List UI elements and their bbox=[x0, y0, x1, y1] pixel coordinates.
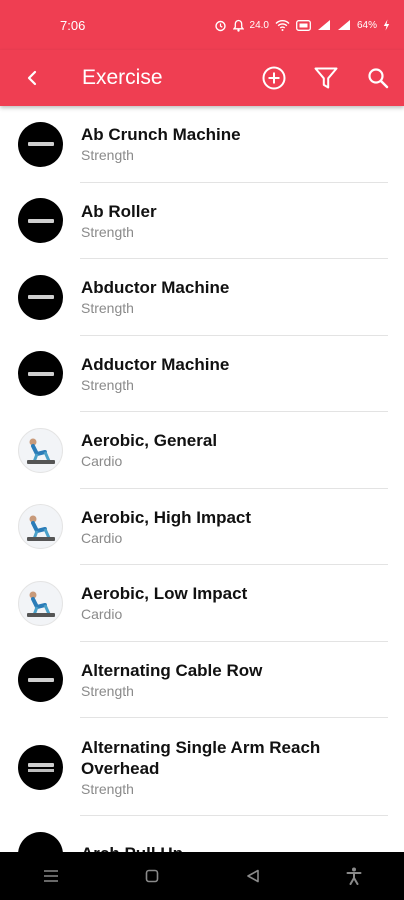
back-arrow-icon bbox=[27, 70, 37, 86]
list-item[interactable]: Adductor Machine Strength bbox=[0, 336, 404, 413]
list-item[interactable]: Aerobic, High Impact Cardio bbox=[0, 489, 404, 566]
search-icon bbox=[368, 68, 389, 89]
wifi-icon bbox=[275, 20, 290, 31]
exercise-category: Cardio bbox=[81, 606, 123, 623]
battery-percent: 64% bbox=[356, 19, 377, 31]
exercise-thumbnail bbox=[18, 580, 63, 626]
recents-button[interactable] bbox=[21, 852, 81, 900]
exercise-thumbnail bbox=[18, 504, 63, 550]
back-nav-button[interactable] bbox=[223, 852, 283, 900]
back-button[interactable] bbox=[0, 50, 64, 106]
exercise-category: Strength bbox=[81, 300, 134, 317]
exercise-category: Strength bbox=[81, 780, 134, 797]
exercise-thumbnail bbox=[18, 744, 63, 790]
app-bar: Exercise bbox=[0, 50, 404, 106]
home-square-icon bbox=[145, 869, 158, 883]
accessibility-button[interactable] bbox=[324, 852, 384, 900]
exercise-thumbnail bbox=[18, 121, 63, 167]
exercise-name: Aerobic, Low Impact bbox=[81, 584, 248, 604]
list-item[interactable]: Aerobic, Low Impact Cardio bbox=[0, 565, 404, 642]
exercise-name: Aerobic, General bbox=[81, 431, 218, 451]
exercise-category: Cardio bbox=[81, 453, 123, 470]
status-icons: 24.0 64% bbox=[214, 19, 390, 32]
volte-icon bbox=[296, 19, 311, 31]
search-button[interactable] bbox=[352, 50, 404, 106]
exercise-name: Alternating Cable Row bbox=[81, 660, 263, 680]
exercise-thumbnail bbox=[18, 274, 63, 320]
list-item[interactable]: Aerobic, General Cardio bbox=[0, 412, 404, 489]
aerobic-figure-icon bbox=[26, 591, 55, 618]
home-button[interactable] bbox=[122, 852, 182, 900]
exercise-name: Alternating Single Arm Reach Overhead bbox=[81, 737, 321, 778]
add-exercise-button[interactable] bbox=[248, 50, 300, 106]
alarm-icon bbox=[214, 20, 226, 31]
exercise-name: Arch Pull Up bbox=[81, 843, 183, 852]
exercise-thumbnail bbox=[18, 427, 63, 473]
exercise-name: Ab Crunch Machine bbox=[81, 125, 241, 145]
exercise-thumbnail bbox=[18, 351, 63, 397]
system-nav-bar bbox=[0, 852, 404, 900]
exercise-name: Abductor Machine bbox=[81, 278, 230, 298]
exercise-category: Cardio bbox=[81, 529, 123, 546]
filter-icon bbox=[314, 67, 338, 89]
list-item[interactable]: Arch Pull Up bbox=[0, 816, 404, 852]
add-icon bbox=[262, 66, 286, 90]
list-item[interactable]: Alternating Cable Row Strength bbox=[0, 642, 404, 719]
accessibility-icon bbox=[346, 867, 361, 885]
aerobic-figure-icon bbox=[26, 438, 55, 465]
list-item[interactable]: Ab Roller Strength bbox=[0, 183, 404, 260]
exercise-thumbnail bbox=[18, 198, 63, 244]
exercise-name: Aerobic, High Impact bbox=[81, 507, 252, 527]
exercise-category: Strength bbox=[81, 223, 134, 240]
exercise-thumbnail bbox=[18, 831, 63, 852]
battery-charging-icon bbox=[383, 19, 390, 31]
signal-icon-2 bbox=[337, 20, 350, 30]
filter-button[interactable] bbox=[300, 50, 352, 106]
list-item[interactable]: Abductor Machine Strength bbox=[0, 259, 404, 336]
notification-icon bbox=[232, 19, 244, 32]
menu-lines-icon bbox=[43, 870, 58, 882]
exercise-name: Ab Roller bbox=[81, 201, 157, 221]
status-time: 7:06 bbox=[60, 17, 86, 33]
exercise-category: Strength bbox=[81, 147, 134, 164]
status-bar: 7:06 24.0 64% bbox=[0, 0, 404, 50]
aerobic-figure-icon bbox=[26, 515, 55, 541]
exercise-category: Strength bbox=[81, 376, 134, 393]
page-title: Exercise bbox=[82, 66, 163, 89]
exercise-category: Strength bbox=[81, 682, 134, 699]
back-triangle-icon bbox=[246, 869, 259, 883]
data-speed: 24.0 bbox=[249, 19, 269, 31]
exercise-name: Adductor Machine bbox=[81, 354, 230, 374]
list-item[interactable]: Alternating Single Arm Reach Overhead St… bbox=[0, 718, 404, 816]
exercise-thumbnail bbox=[18, 657, 63, 703]
signal-icon bbox=[317, 20, 330, 30]
list-item[interactable]: Ab Crunch Machine Strength bbox=[0, 106, 404, 183]
exercise-list[interactable]: Ab Crunch Machine Strength Ab Roller Str… bbox=[0, 106, 404, 852]
